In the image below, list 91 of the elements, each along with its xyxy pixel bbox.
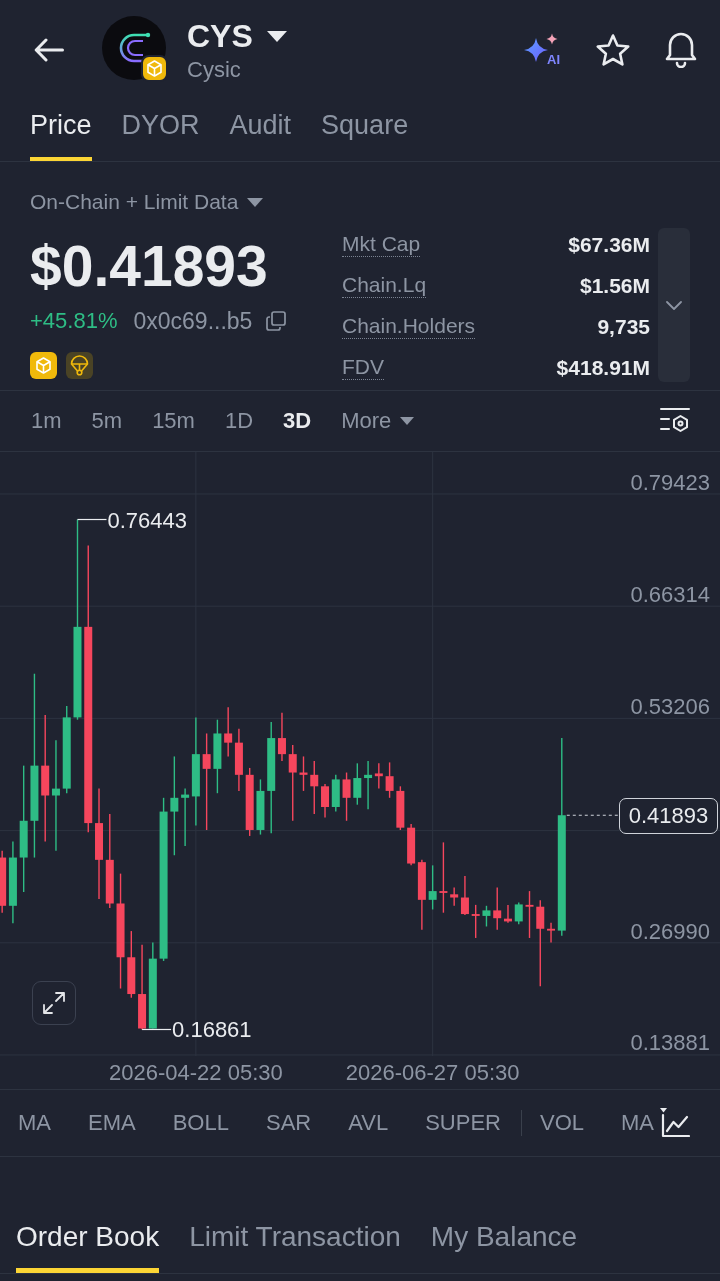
falling-candle xyxy=(245,767,254,837)
indicator-tab[interactable]: SAR xyxy=(265,1109,312,1137)
stat-label[interactable]: Chain.Holders xyxy=(342,314,476,339)
extreme-price-label: 0.16861 xyxy=(172,1017,252,1044)
extreme-price-label: 0.76443 xyxy=(107,507,187,534)
cube-badge-icon xyxy=(141,55,168,82)
stat-value: 9,735 xyxy=(597,314,650,339)
indicator-tab[interactable]: BOLL xyxy=(172,1109,229,1137)
interval-tab[interactable]: 15m xyxy=(152,407,195,435)
contract-address: 0x0c69...b5 xyxy=(133,308,253,334)
rising-candle xyxy=(364,760,373,810)
rising-candle xyxy=(428,864,437,911)
falling-candle xyxy=(224,706,233,758)
falling-candle xyxy=(310,760,319,815)
leader-line xyxy=(141,1028,172,1031)
sparkle-icon xyxy=(523,33,559,63)
rising-candle xyxy=(482,905,491,928)
coin-symbol[interactable]: CYS xyxy=(187,18,253,54)
price-axis-label: 0.53206 xyxy=(630,694,710,721)
stat-value: $67.36M xyxy=(568,232,650,257)
leader-line xyxy=(76,518,108,521)
stat-label[interactable]: FDV xyxy=(342,355,384,380)
time-axis-label: 2026-04-22 05:30 xyxy=(109,1060,283,1086)
chevron-down-icon xyxy=(666,300,682,310)
last-price-label: 0.41893 xyxy=(619,798,718,835)
caret-icon xyxy=(400,417,415,425)
expand-button[interactable] xyxy=(32,981,76,1025)
cube-badge-icon xyxy=(30,352,57,379)
price-change: +45.81% xyxy=(30,308,118,334)
parachute-badge-icon xyxy=(66,352,93,379)
ai-button[interactable]: AI xyxy=(523,33,561,67)
star-icon[interactable] xyxy=(595,34,631,66)
expand-icon xyxy=(43,992,65,1014)
indicator-tab[interactable]: EMA xyxy=(88,1109,136,1137)
stat-label[interactable]: Chain.Lq xyxy=(342,273,427,298)
falling-candle xyxy=(374,762,383,790)
copy-icon[interactable] xyxy=(266,311,287,331)
tab[interactable]: Audit xyxy=(229,100,292,161)
falling-candle xyxy=(277,712,286,762)
price-axis-label: 0.79423 xyxy=(630,470,710,496)
stats-toggle-button[interactable] xyxy=(658,228,690,382)
falling-candle xyxy=(504,904,512,924)
interval-tab[interactable]: 5m xyxy=(91,407,123,435)
chart-settings-icon[interactable] xyxy=(660,407,690,435)
falling-candle xyxy=(321,783,329,819)
indicator-tab[interactable]: MA xyxy=(621,1109,654,1137)
falling-candle xyxy=(342,771,351,822)
caret-icon[interactable] xyxy=(266,30,287,42)
price-line xyxy=(566,814,620,816)
indicator-tab[interactable]: AVL xyxy=(348,1109,389,1137)
falling-candle xyxy=(525,890,534,939)
falling-candle xyxy=(471,904,480,939)
stat-value: $418.91M xyxy=(556,355,650,380)
line-chart-icon[interactable] xyxy=(660,1108,690,1138)
price-axis-label: 0.66314 xyxy=(630,582,710,609)
falling-candle xyxy=(493,886,502,931)
tab[interactable]: My Balance xyxy=(430,1205,578,1273)
rising-candle xyxy=(353,762,362,806)
tab[interactable]: Square xyxy=(321,100,409,161)
interval-tab[interactable]: 1D xyxy=(224,407,254,435)
coin-name: Cysic xyxy=(187,56,242,84)
falling-candle xyxy=(396,785,405,831)
stat-value: $1.56M xyxy=(579,273,650,298)
back-arrow-icon[interactable] xyxy=(34,38,64,62)
more-dropdown[interactable]: More xyxy=(341,407,415,435)
rising-candle xyxy=(256,778,265,836)
caret-icon xyxy=(247,197,264,207)
bell-icon[interactable] xyxy=(665,32,697,68)
interval-tab[interactable]: 3D xyxy=(283,407,312,435)
data-source-dropdown[interactable]: On-Chain + Limit Data xyxy=(30,190,264,214)
falling-candle xyxy=(127,930,136,999)
falling-candle xyxy=(234,728,243,792)
tab[interactable]: DYOR xyxy=(121,100,200,161)
indicator-tab[interactable]: VOL xyxy=(539,1109,584,1137)
price-axis-label: 0.13881 xyxy=(630,1030,710,1056)
falling-candle xyxy=(385,761,394,799)
price: $0.41893 xyxy=(30,234,268,298)
rising-candle xyxy=(514,901,523,925)
rising-candle xyxy=(331,774,340,813)
indicator-tab[interactable]: SUPER xyxy=(425,1109,501,1137)
falling-candle xyxy=(0,849,7,914)
tab[interactable]: Price xyxy=(30,100,92,161)
tab[interactable]: Limit Transaction xyxy=(189,1205,401,1273)
indicator-tab[interactable]: MA xyxy=(18,1109,51,1137)
tab[interactable]: Order Book xyxy=(16,1205,160,1273)
price-axis-label: 0.26990 xyxy=(630,918,710,945)
time-axis-label: 2026-06-27 05:30 xyxy=(345,1060,520,1086)
stat-label[interactable]: Mkt Cap xyxy=(342,232,421,257)
falling-candle xyxy=(547,922,556,944)
interval-tab[interactable]: 1m xyxy=(31,407,62,435)
falling-candle xyxy=(299,755,308,792)
